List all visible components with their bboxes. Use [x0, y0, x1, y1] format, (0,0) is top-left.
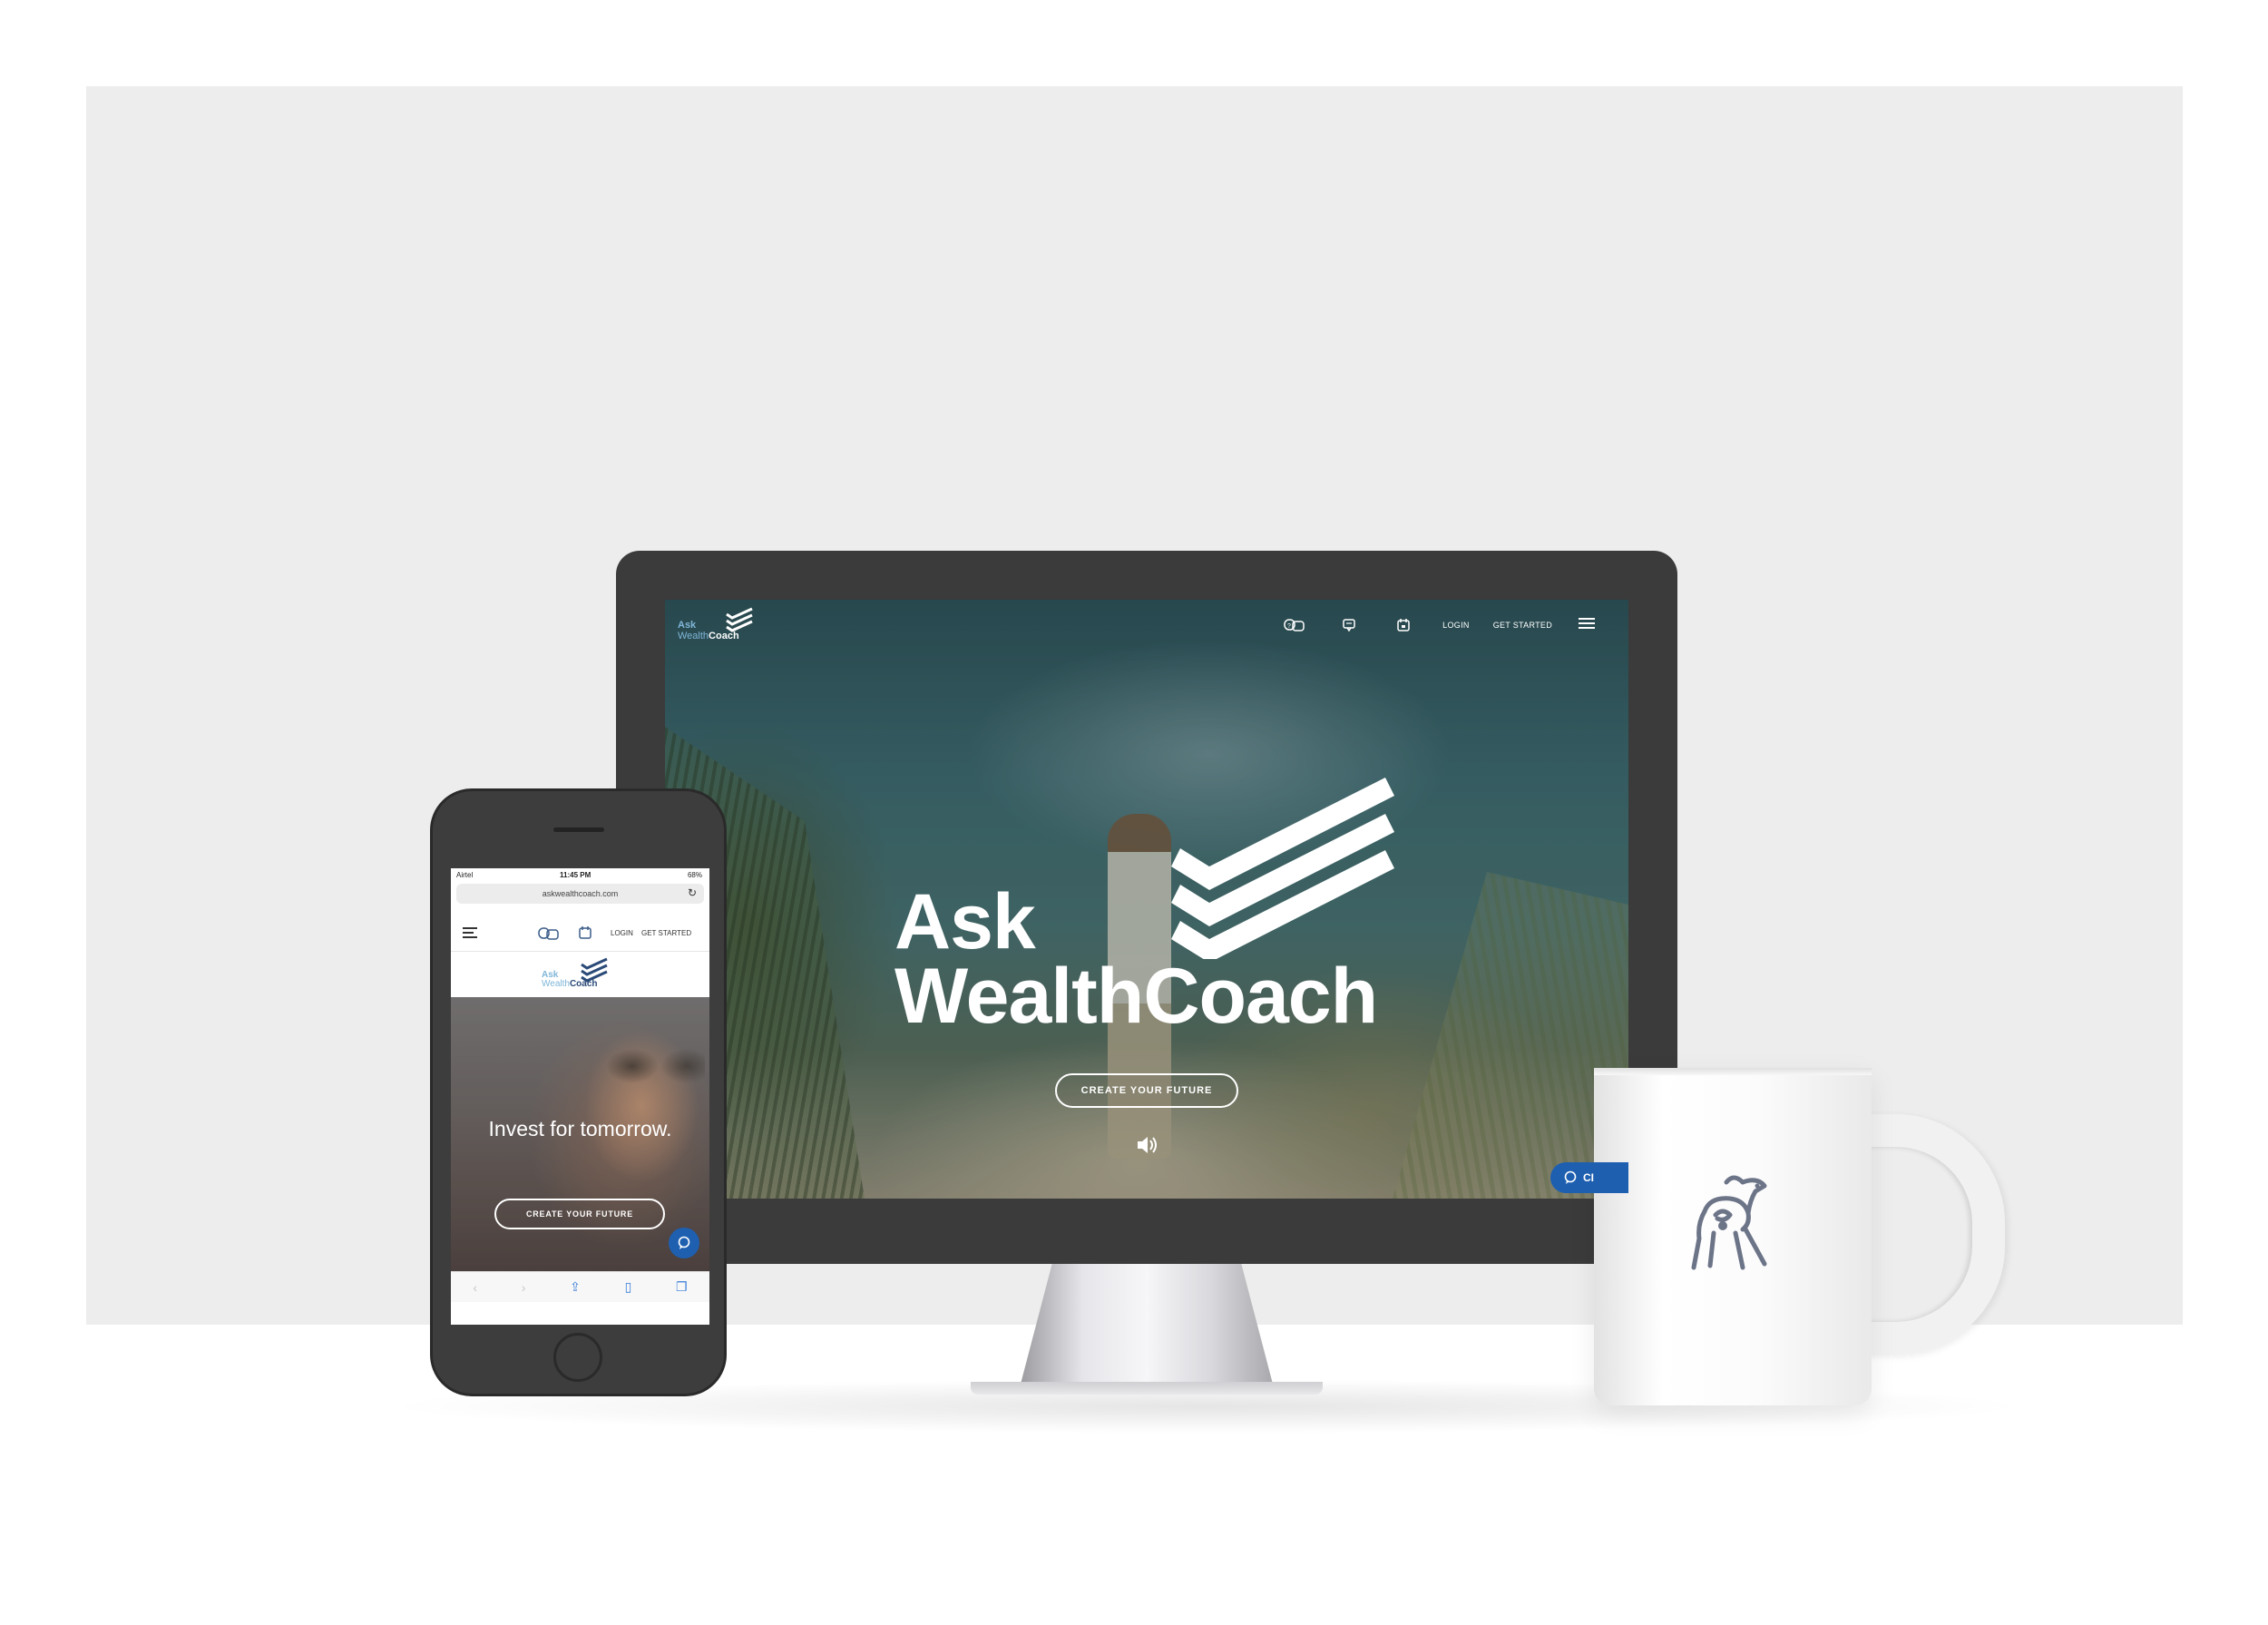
- hero-checks-icon: [1171, 778, 1394, 959]
- mobile-nav: LOGIN GET STARTED: [451, 915, 709, 952]
- mobile-video-chat-icon[interactable]: [538, 926, 560, 945]
- tabs-icon[interactable]: ❐: [676, 1279, 688, 1295]
- calendar-icon[interactable]: [1388, 616, 1419, 634]
- monitor-foot: [971, 1382, 1323, 1395]
- address-url: askwealthcoach.com: [542, 889, 619, 898]
- mobile-chat-button[interactable]: [669, 1228, 699, 1258]
- status-battery: 68%: [687, 871, 702, 879]
- mobile-hamburger-icon[interactable]: [462, 926, 478, 944]
- mug-rim: [1594, 1068, 1872, 1075]
- desktop-screen: Ask WealthCoach ? LOGIN GET STARTED Ask …: [665, 600, 1628, 1199]
- mobile-login-link[interactable]: LOGIN: [611, 929, 633, 937]
- get-started-link[interactable]: GET STARTED: [1493, 621, 1552, 630]
- login-link[interactable]: LOGIN: [1442, 621, 1470, 630]
- horse-emblem-icon: [1691, 1175, 1767, 1270]
- reload-icon[interactable]: ↻: [688, 886, 697, 899]
- share-icon[interactable]: ⇪: [570, 1279, 581, 1295]
- monitor-stand: [1019, 1264, 1275, 1391]
- create-your-future-button[interactable]: CREATE YOUR FUTURE: [1055, 1073, 1238, 1108]
- phone-speaker: [553, 827, 604, 832]
- status-time: 11:45 PM: [560, 871, 591, 879]
- mobile-screen: Airtel 11:45 PM 68% askwealthcoach.com ↻…: [451, 868, 709, 1325]
- mobile-chat-bubble-icon: [678, 1236, 690, 1249]
- mobile-hero-headline: Invest for tomorrow.: [488, 1117, 672, 1140]
- bookmarks-icon[interactable]: ▯: [625, 1279, 632, 1295]
- mobile-calendar-icon[interactable]: [578, 925, 592, 945]
- mobile-get-started-link[interactable]: GET STARTED: [641, 929, 691, 937]
- logo-checks-icon: [726, 607, 753, 632]
- hero-portrait: [596, 1043, 705, 1090]
- home-button[interactable]: [553, 1333, 602, 1382]
- mobile-phone: Airtel 11:45 PM 68% askwealthcoach.com ↻…: [430, 788, 727, 1396]
- message-icon[interactable]: [1334, 616, 1364, 634]
- video-chat-icon[interactable]: ?: [1279, 616, 1310, 634]
- chat-button[interactable]: CI: [1550, 1162, 1628, 1193]
- hero-title-line2: WealthCoach: [894, 953, 1378, 1040]
- mobile-site-logo[interactable]: Ask WealthCoach: [542, 955, 623, 994]
- forward-icon[interactable]: ›: [522, 1280, 526, 1295]
- mobile-hero: Invest for tomorrow. CREATE YOUR FUTURE: [451, 997, 709, 1271]
- chat-label: CI: [1583, 1171, 1594, 1184]
- address-bar[interactable]: askwealthcoach.com ↻: [456, 884, 704, 904]
- hamburger-icon[interactable]: [1578, 616, 1596, 635]
- mobile-logo-checks-icon: [581, 957, 608, 983]
- back-icon[interactable]: ‹: [473, 1280, 477, 1295]
- mug: [1594, 1068, 1872, 1405]
- site-logo[interactable]: Ask WealthCoach: [678, 607, 768, 643]
- desktop-nav: ? LOGIN GET STARTED: [1256, 616, 1596, 634]
- status-bar: Airtel 11:45 PM 68%: [451, 868, 709, 881]
- safari-toolbar: ‹ › ⇪ ▯ ❐: [451, 1271, 709, 1302]
- status-carrier: Airtel: [456, 871, 474, 879]
- desktop-monitor: Ask WealthCoach ? LOGIN GET STARTED Ask …: [616, 551, 1677, 1264]
- chat-bubble-icon: [1564, 1170, 1577, 1184]
- logo-text-ask: Ask: [678, 620, 697, 631]
- mobile-create-your-future-button[interactable]: CREATE YOUR FUTURE: [494, 1199, 665, 1229]
- hero-grass-right: [1393, 872, 1628, 1199]
- speaker-icon[interactable]: [1136, 1135, 1159, 1160]
- svg-text:?: ?: [1287, 623, 1291, 630]
